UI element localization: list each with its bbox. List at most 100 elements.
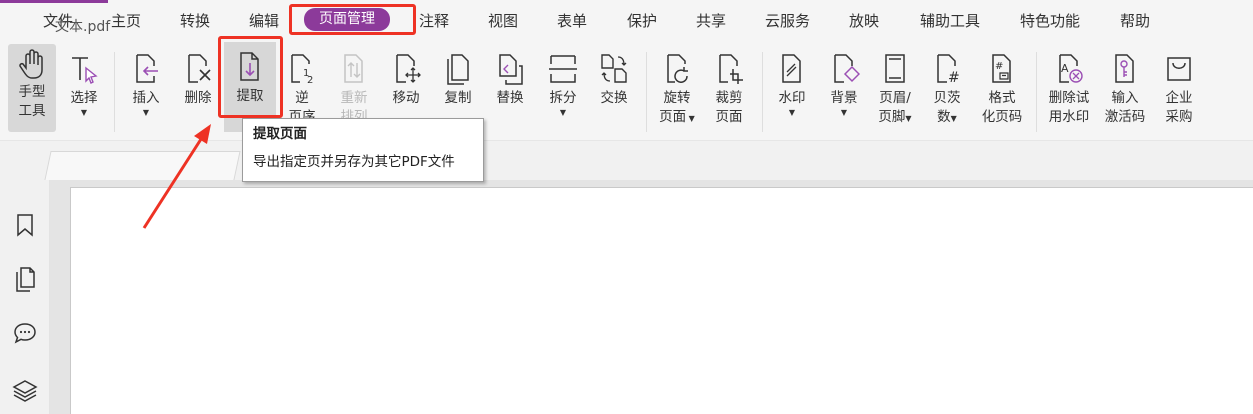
- chevron-down-icon[interactable]: ▼: [951, 114, 957, 123]
- crop-page-button[interactable]: 裁剪 页面: [708, 50, 750, 134]
- rotate-page-label-2-text: 页面: [659, 109, 687, 125]
- split-icon: [549, 55, 577, 83]
- swap-button[interactable]: 交换: [594, 50, 634, 134]
- comment-icon[interactable]: [12, 320, 38, 346]
- rearrange-icon: [344, 54, 363, 83]
- menu-convert[interactable]: 转换: [180, 10, 210, 32]
- enterprise-purchase-button[interactable]: 企业 采购: [1156, 50, 1202, 134]
- bates-number-label-2: 数▼: [926, 108, 968, 128]
- enterprise-purchase-label: 企业: [1165, 90, 1193, 106]
- side-panel: [0, 180, 50, 414]
- header-footer-button[interactable]: 页眉/ 页脚▼: [872, 50, 918, 134]
- enterprise-purchase-icon: [1167, 57, 1191, 81]
- chevron-down-icon[interactable]: ▼: [686, 114, 695, 123]
- rotate-page-label: 旋转: [663, 90, 691, 106]
- menu-protect[interactable]: 保护: [627, 10, 657, 32]
- split-label: 拆分: [549, 90, 577, 106]
- menu-slideshow[interactable]: 放映: [849, 10, 879, 32]
- insert-page-icon: [136, 54, 158, 83]
- menu-help[interactable]: 帮助: [1120, 10, 1150, 32]
- chevron-down-icon[interactable]: ▼: [62, 108, 106, 118]
- chevron-down-icon[interactable]: ▼: [822, 108, 866, 118]
- activation-key-label: 输入: [1111, 90, 1139, 106]
- header-footer-icon: [885, 54, 905, 83]
- remove-trial-watermark-icon: A: [1059, 54, 1083, 83]
- svg-text:#: #: [948, 70, 960, 86]
- accent-bar: [0, 0, 108, 3]
- bates-number-button[interactable]: # 贝茨 数▼: [926, 50, 968, 134]
- bates-number-icon: #: [937, 54, 960, 86]
- menu-view[interactable]: 视图: [488, 10, 518, 32]
- replace-page-button[interactable]: 替换: [490, 50, 530, 134]
- delete-page-label: 删除: [184, 90, 212, 106]
- activation-key-button[interactable]: 输入 激活码: [1100, 50, 1150, 134]
- extract-page-tooltip: 提取页面 导出指定页并另存为其它PDF文件: [242, 118, 484, 182]
- watermark-icon: [782, 54, 801, 83]
- chevron-down-icon[interactable]: ▼: [124, 108, 168, 118]
- bates-number-label-2-text: 数: [937, 109, 951, 125]
- hand-tool-label: 手型: [18, 84, 46, 100]
- header-footer-label-2: 页脚▼: [872, 108, 918, 128]
- rotate-page-button[interactable]: 旋转 页面 ▼: [654, 50, 700, 134]
- svg-text:2: 2: [307, 75, 313, 86]
- rotate-page-icon: [667, 54, 688, 83]
- bates-number-label: 贝茨: [933, 90, 961, 106]
- replace-page-label: 替换: [496, 90, 524, 106]
- menu-accessibility[interactable]: 辅助工具: [920, 10, 980, 32]
- document-tab-strip: [0, 140, 1253, 182]
- bookmark-icon[interactable]: [12, 212, 38, 238]
- enterprise-purchase-label-2: 采购: [1165, 109, 1193, 125]
- chevron-down-icon[interactable]: ▼: [542, 108, 584, 118]
- tooltip-description: 导出指定页并另存为其它PDF文件: [253, 154, 455, 170]
- svg-text:#: #: [995, 61, 1003, 72]
- header-footer-label-2-text: 页脚: [878, 109, 906, 125]
- menu-annotate[interactable]: 注释: [419, 10, 449, 32]
- insert-page-button[interactable]: 插入 ▼: [124, 50, 168, 134]
- svg-text:A: A: [1061, 62, 1069, 75]
- menu-features[interactable]: 特色功能: [1020, 10, 1080, 32]
- page-management-highlight: [289, 4, 416, 35]
- document-tab-title[interactable]: 文本.pdf: [55, 16, 110, 36]
- extract-button-highlight: [218, 36, 283, 118]
- split-button[interactable]: 拆分 ▼: [542, 50, 584, 134]
- pdf-page[interactable]: [70, 187, 1253, 414]
- format-page-number-label-2: 化页码: [981, 109, 1023, 125]
- pages-icon[interactable]: [12, 266, 38, 292]
- watermark-label: 水印: [778, 90, 806, 106]
- replace-page-icon: [499, 54, 523, 85]
- separator: [114, 52, 115, 132]
- document-viewer: [50, 180, 1253, 414]
- crop-page-icon: [719, 54, 743, 84]
- separator: [762, 52, 763, 132]
- menu-edit[interactable]: 编辑: [249, 10, 279, 32]
- format-page-number-icon: #: [992, 54, 1011, 83]
- background-button[interactable]: 背景 ▼: [822, 50, 866, 134]
- remove-trial-watermark-button[interactable]: A 删除试 用水印: [1044, 50, 1094, 134]
- separator: [1036, 52, 1037, 132]
- format-page-number-button[interactable]: # 格式 化页码: [976, 50, 1028, 134]
- hand-tool-label-2: 工具: [18, 103, 46, 119]
- menu-cloud[interactable]: 云服务: [765, 10, 810, 32]
- menu-share[interactable]: 共享: [696, 10, 726, 32]
- copy-page-label: 复制: [444, 90, 472, 106]
- ribbon-toolbar: 手型 工具 选择 ▼ 插入 ▼ 删除 提取 1 2 逆 页序 重新 排列 移动 …: [0, 40, 1253, 140]
- reverse-order-label: 逆: [295, 90, 309, 106]
- remove-trial-watermark-label: 删除试: [1048, 90, 1090, 106]
- watermark-button[interactable]: 水印 ▼: [770, 50, 814, 134]
- activation-key-icon: [1115, 54, 1134, 83]
- chevron-down-icon[interactable]: ▼: [770, 108, 814, 118]
- menu-home[interactable]: 主页: [111, 10, 141, 32]
- move-page-icon: [396, 54, 421, 83]
- header-footer-label: 页眉/: [879, 90, 911, 106]
- hand-tool-button[interactable]: 手型 工具: [8, 44, 56, 132]
- crop-page-label-2: 页面: [715, 109, 743, 125]
- menu-form[interactable]: 表单: [557, 10, 587, 32]
- layers-icon[interactable]: [12, 378, 38, 404]
- delete-page-button[interactable]: 删除: [176, 50, 220, 134]
- activation-key-label-2: 激活码: [1104, 109, 1146, 125]
- document-tab[interactable]: [44, 151, 241, 182]
- swap-label: 交换: [600, 90, 628, 106]
- select-tool-button[interactable]: 选择 ▼: [62, 50, 106, 134]
- rearrange-label: 重新: [340, 90, 368, 106]
- chevron-down-icon[interactable]: ▼: [905, 114, 911, 123]
